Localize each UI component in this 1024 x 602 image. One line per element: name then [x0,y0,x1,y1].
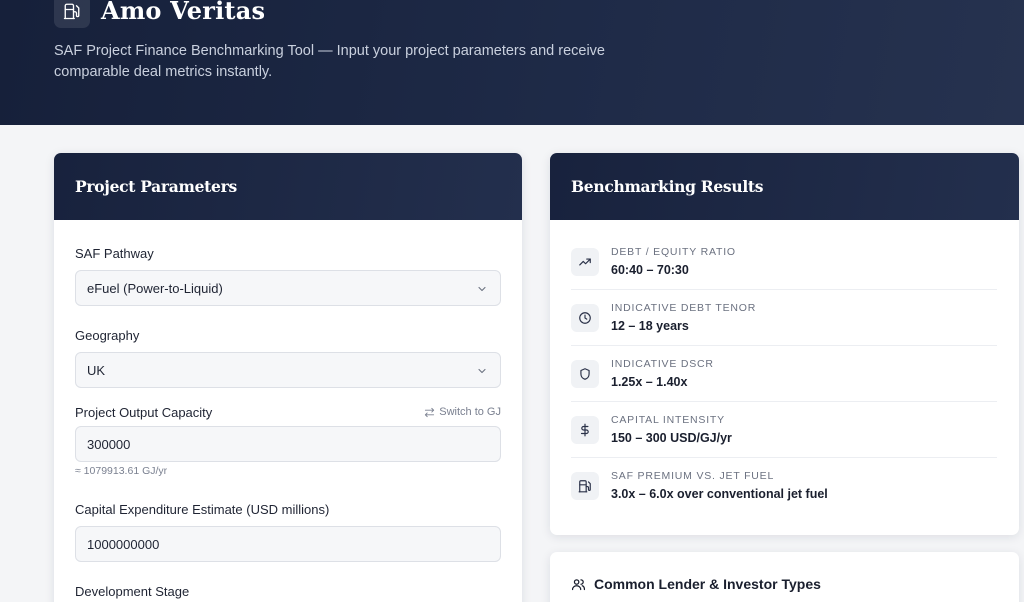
metric-debt-equity: DEBT / EQUITY RATIO 60:40 – 70:30 [571,234,997,290]
trending-up-icon [571,248,599,276]
geography-select[interactable]: UK [75,352,501,388]
metric-value: 12 – 18 years [611,319,689,333]
capacity-conversion-hint: ≈ 1079913.61 GJ/yr [75,465,168,477]
fuel-pump-icon [571,472,599,500]
project-parameters-card: Project Parameters SAF Pathway eFuel (Po… [54,153,522,602]
saf-pathway-label: SAF Pathway [75,246,154,261]
metric-value: 150 – 300 USD/GJ/yr [611,431,732,445]
swap-arrows-icon [425,407,435,417]
lender-investor-types-card: Common Lender & Investor Types [550,552,1019,602]
output-capacity-input[interactable]: 300000 [75,426,501,462]
lenders-title: Common Lender & Investor Types [594,576,821,592]
metric-debt-tenor: INDICATIVE DEBT TENOR 12 – 18 years [571,290,997,346]
card-title: Benchmarking Results [571,177,764,196]
metric-value: 1.25x – 1.40x [611,375,688,389]
shield-icon [571,360,599,388]
brand-name: Amo Veritas [101,0,266,25]
clock-icon [571,304,599,332]
saf-pathway-select[interactable]: eFuel (Power-to-Liquid) [75,270,501,306]
capex-input[interactable]: 1000000000 [75,526,501,562]
card-header: Project Parameters [54,153,522,220]
capex-label: Capital Expenditure Estimate (USD millio… [75,502,330,517]
development-stage-label: Development Stage [75,584,190,599]
output-capacity-value: 300000 [87,436,131,452]
chevron-down-icon [478,286,486,292]
users-icon [571,578,586,590]
metric-label: INDICATIVE DEBT TENOR [611,302,757,314]
geography-value: UK [87,362,106,378]
card-title: Project Parameters [75,177,237,196]
saf-pathway-value: eFuel (Power-to-Liquid) [87,280,223,296]
switch-unit-link[interactable]: Switch to GJ [424,406,501,418]
hero-banner: Amo Veritas SAF Project Finance Benchmar… [0,0,1024,125]
metric-value: 60:40 – 70:30 [611,263,689,277]
benchmarking-results-card: Benchmarking Results DEBT / EQUITY RATIO… [550,153,1019,535]
metric-label: SAF PREMIUM VS. JET FUEL [611,470,775,482]
metric-label: DEBT / EQUITY RATIO [611,246,736,258]
metric-value: 3.0x – 6.0x over conventional jet fuel [611,487,828,501]
hero-tagline: SAF Project Finance Benchmarking Tool — … [54,43,605,80]
geography-label: Geography [75,328,140,343]
switch-unit-label: Switch to GJ [439,406,501,418]
metric-label: INDICATIVE DSCR [611,358,714,370]
dollar-icon [571,416,599,444]
metric-label: CAPITAL INTENSITY [611,414,725,426]
output-capacity-label: Project Output Capacity [75,405,213,420]
chevron-down-icon [478,368,486,374]
metric-dscr: INDICATIVE DSCR 1.25x – 1.40x [571,346,997,402]
metric-capital-intensity: CAPITAL INTENSITY 150 – 300 USD/GJ/yr [571,402,997,458]
metric-saf-premium: SAF PREMIUM VS. JET FUEL 3.0x – 6.0x ove… [571,458,997,514]
capex-value: 1000000000 [87,536,160,552]
lenders-heading: Common Lender & Investor Types [571,576,821,592]
fuel-pump-icon [54,0,90,28]
card-header: Benchmarking Results [550,153,1019,220]
